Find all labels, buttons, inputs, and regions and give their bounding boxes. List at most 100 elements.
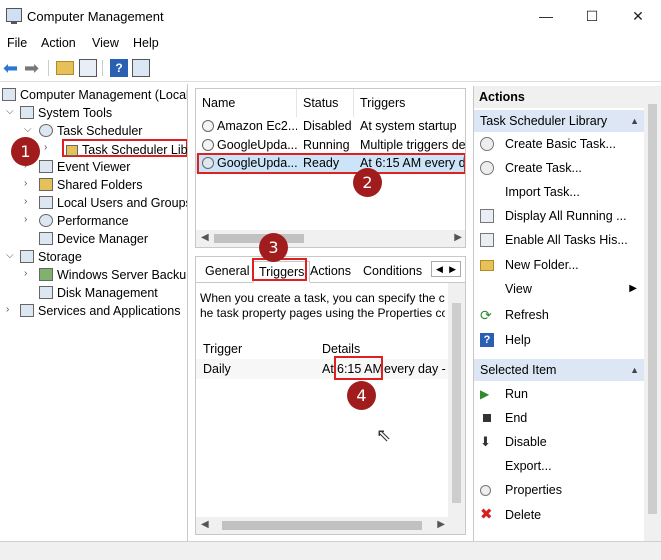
performance-icon xyxy=(39,214,53,227)
disk-icon xyxy=(39,286,53,299)
tree-windows-server-backup[interactable]: Windows Server Backup xyxy=(39,266,187,284)
shared-folder-icon xyxy=(39,178,53,191)
tree-local-users[interactable]: Local Users and Groups xyxy=(39,194,187,212)
tree-event-viewer[interactable]: Event Viewer xyxy=(39,158,130,176)
trigger-row[interactable]: Daily At 6:15 AM every day - xyxy=(196,359,448,379)
tree-system-tools[interactable]: System Tools xyxy=(20,104,112,122)
action-create-task[interactable]: Create Task... xyxy=(474,158,644,178)
up-folder-icon[interactable] xyxy=(56,61,74,75)
tree-performance[interactable]: Performance xyxy=(39,212,129,230)
chevron-right-icon[interactable]: › xyxy=(44,142,47,153)
trigger-type: Daily xyxy=(203,362,231,376)
actions-vertical-scrollbar[interactable] xyxy=(644,86,661,541)
tree-disk-management[interactable]: Disk Management xyxy=(39,284,158,302)
tab-actions[interactable]: Actions xyxy=(305,261,356,283)
annotation-badge-1: 1 xyxy=(11,137,40,166)
chevron-down-icon[interactable]: ⌵ xyxy=(24,124,32,135)
action-run[interactable]: ▶ Run xyxy=(474,384,644,404)
action-display-running[interactable]: Display All Running ... xyxy=(474,206,644,226)
scroll-thumb[interactable] xyxy=(222,521,422,530)
column-header-triggers[interactable]: Triggers xyxy=(354,89,465,117)
clock-icon xyxy=(480,161,494,175)
table-row[interactable]: Amazon Ec2... Disabled At system startup xyxy=(196,117,465,136)
action-view[interactable]: View ▶ xyxy=(474,279,644,299)
collapse-up-icon[interactable]: ▲ xyxy=(630,359,639,381)
console-icon[interactable] xyxy=(132,59,150,77)
column-header-name[interactable]: Name xyxy=(196,89,297,117)
tab-conditions[interactable]: Conditions xyxy=(358,261,427,283)
chevron-right-icon[interactable]: › xyxy=(6,304,9,315)
minimize-button[interactable]: — xyxy=(523,0,569,32)
annotation-badge-2: 2 xyxy=(353,168,382,197)
chevron-down-icon[interactable]: ⌵ xyxy=(6,106,14,117)
backup-icon xyxy=(39,268,53,281)
list-icon xyxy=(480,209,494,223)
tab-general[interactable]: General xyxy=(200,261,254,283)
menu-bar: File Action View Help xyxy=(0,32,661,54)
tree-storage[interactable]: Storage xyxy=(20,248,82,266)
tree-shared-folders[interactable]: Shared Folders xyxy=(39,176,142,194)
scroll-left-arrow-icon[interactable]: ◀ xyxy=(201,519,209,530)
actions-group-library[interactable]: Task Scheduler Library ▲ xyxy=(474,110,644,132)
scroll-thumb[interactable] xyxy=(648,104,657,514)
forward-arrow-icon[interactable]: ➡ xyxy=(24,59,42,77)
column-header-status[interactable]: Status xyxy=(297,89,354,117)
trigger-column-header[interactable]: Trigger xyxy=(203,339,242,359)
collapse-up-icon[interactable]: ▲ xyxy=(630,110,639,132)
tree-device-manager[interactable]: Device Manager xyxy=(39,230,148,248)
back-arrow-icon[interactable]: ⬅ xyxy=(3,59,21,77)
action-new-folder[interactable]: New Folder... xyxy=(474,255,644,275)
trigger-details-prefix: At xyxy=(322,362,334,376)
menu-view[interactable]: View xyxy=(92,36,119,50)
action-help[interactable]: ? Help xyxy=(474,330,644,350)
toolbar-separator xyxy=(48,60,49,76)
scroll-right-arrow-icon[interactable]: ▶ xyxy=(454,232,462,243)
stop-icon xyxy=(483,414,491,422)
horizontal-scrollbar[interactable]: ◀ ▶ xyxy=(196,230,465,247)
toolbar: ⬅ ➡ ? xyxy=(0,54,661,82)
users-icon xyxy=(39,196,53,209)
action-delete[interactable]: ✖ Delete xyxy=(474,505,644,525)
menu-file[interactable]: File xyxy=(7,36,27,50)
scroll-right-arrow-icon[interactable]: ▶ xyxy=(437,519,445,530)
action-disable[interactable]: ⬇ Disable xyxy=(474,432,644,452)
tree-task-scheduler-library[interactable]: Task Scheduler Libra xyxy=(62,139,187,157)
folder-clock-icon xyxy=(66,145,78,156)
menu-help[interactable]: Help xyxy=(133,36,159,50)
scroll-left-arrow-icon[interactable]: ◀ xyxy=(201,232,209,243)
menu-action[interactable]: Action xyxy=(41,36,76,50)
tree-task-scheduler[interactable]: Task Scheduler xyxy=(39,122,142,140)
close-button[interactable]: ✕ xyxy=(615,0,661,32)
action-properties[interactable]: Properties xyxy=(474,480,644,500)
tab-scroll-arrows[interactable]: ◀ ▶ xyxy=(431,261,461,277)
tree-root[interactable]: Computer Management (Local xyxy=(2,86,187,104)
action-export[interactable]: Export... xyxy=(474,456,644,476)
chevron-down-icon[interactable]: ⌵ xyxy=(6,250,14,261)
tree-services-applications[interactable]: Services and Applications xyxy=(20,302,180,320)
action-import-task[interactable]: Import Task... xyxy=(474,182,644,202)
computer-icon xyxy=(2,88,16,101)
tab-left-arrow-icon[interactable]: ◀ xyxy=(436,262,443,276)
scroll-thumb[interactable] xyxy=(452,303,461,503)
action-refresh[interactable]: ⟳ Refresh xyxy=(474,305,644,325)
tools-icon xyxy=(20,106,34,119)
clock-icon xyxy=(202,120,214,132)
chevron-right-icon[interactable]: › xyxy=(24,178,27,189)
help-icon[interactable]: ? xyxy=(110,59,128,77)
horizontal-scrollbar[interactable]: ◀ ▶ xyxy=(196,517,465,534)
toolbar-separator xyxy=(102,60,103,76)
maximize-button[interactable]: ☐ xyxy=(569,0,615,32)
annotation-highlight-tab xyxy=(252,258,307,281)
task-detail-pane: General Triggers Actions Conditions ◀ ▶ W… xyxy=(195,256,466,535)
tab-right-arrow-icon[interactable]: ▶ xyxy=(449,262,456,276)
vertical-scrollbar[interactable] xyxy=(448,283,465,519)
action-create-basic-task[interactable]: Create Basic Task... xyxy=(474,134,644,154)
action-end[interactable]: End xyxy=(474,408,644,428)
chevron-right-icon[interactable]: › xyxy=(24,196,27,207)
mouse-cursor-icon: ⇖ xyxy=(376,425,392,445)
chevron-right-icon[interactable]: › xyxy=(24,214,27,225)
action-enable-history[interactable]: Enable All Tasks His... xyxy=(474,230,644,250)
chevron-right-icon[interactable]: › xyxy=(24,268,27,279)
actions-group-selected-item[interactable]: Selected Item ▲ xyxy=(474,359,644,381)
show-hide-tree-icon[interactable] xyxy=(79,59,97,77)
